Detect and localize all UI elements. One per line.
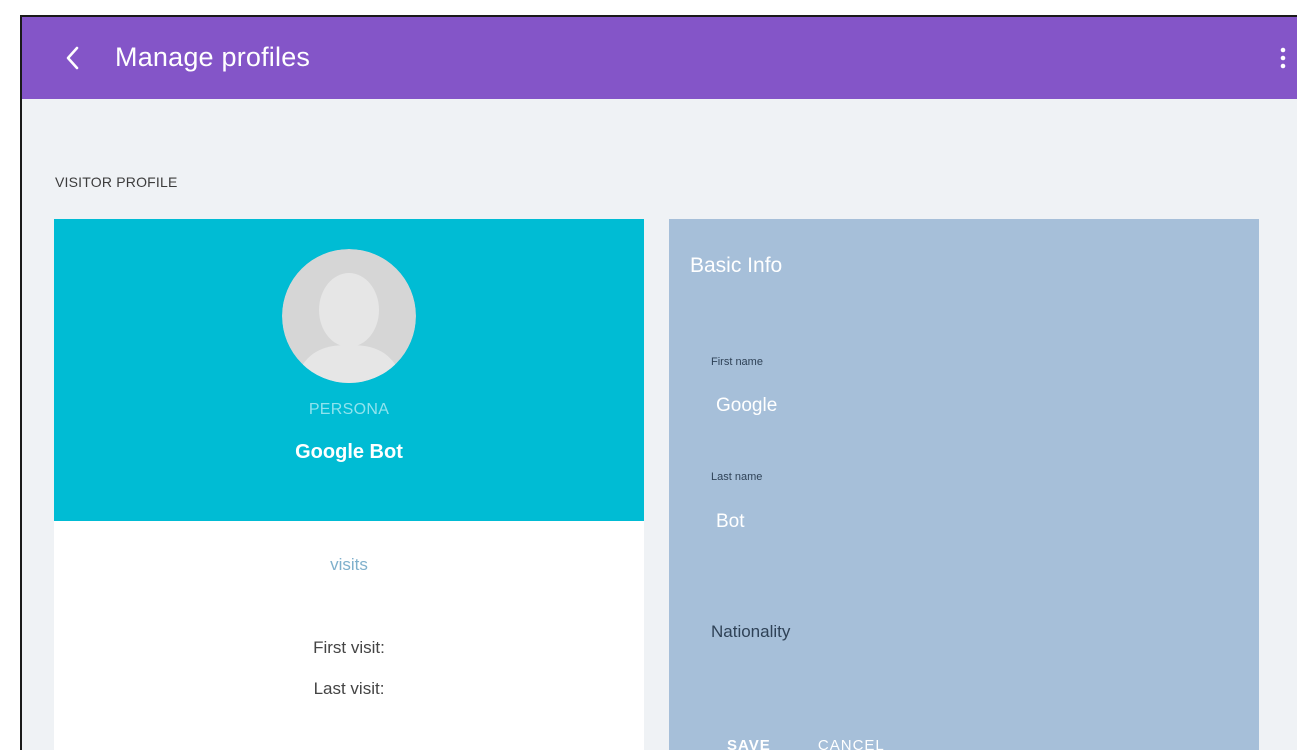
persona-label: PERSONA (308, 401, 390, 418)
profile-card: PERSONA Google Bot visits First visit: L… (54, 219, 644, 750)
last-name-input[interactable] (716, 511, 1196, 533)
back-button[interactable] (52, 38, 92, 78)
first-name-input[interactable] (716, 395, 1196, 417)
default-avatar-icon (282, 249, 416, 383)
nationality-field[interactable]: Nationality (711, 622, 790, 642)
visits-label: visits (330, 555, 368, 574)
app-bar: Manage profiles (22, 17, 1297, 99)
persona-name: Google Bot (295, 441, 403, 463)
app-window: Manage profiles VISITOR PROFILE PERSONA … (20, 15, 1297, 750)
first-visit-label: First visit: (313, 638, 385, 657)
chevron-left-icon (66, 46, 79, 70)
first-name-label: First name (711, 356, 763, 368)
profile-header: PERSONA Google Bot (54, 219, 644, 521)
last-visit-label: Last visit: (313, 679, 385, 698)
basic-info-card: Basic Info First name Last name National… (669, 219, 1259, 750)
section-title: VISITOR PROFILE (55, 174, 178, 190)
last-name-label: Last name (711, 471, 763, 483)
cancel-button[interactable]: CANCEL (818, 737, 885, 750)
more-vert-icon (1280, 47, 1286, 69)
more-options-button[interactable] (1269, 39, 1297, 77)
form-actions: SAVE CANCEL (727, 737, 927, 750)
page-title: Manage profiles (115, 42, 311, 72)
save-button[interactable]: SAVE (727, 737, 771, 750)
avatar (282, 249, 416, 383)
basic-info-title: Basic Info (690, 254, 783, 277)
